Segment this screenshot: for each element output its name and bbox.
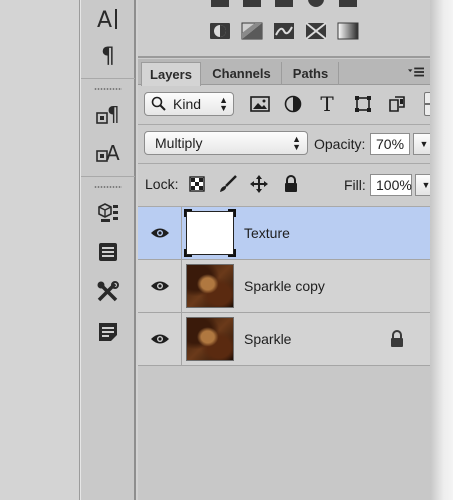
- fill-label: Fill:: [344, 177, 366, 193]
- blend-mode-select[interactable]: Multiply ▲ ▼: [144, 131, 308, 155]
- row-divider: [138, 124, 430, 125]
- gradient-map-adjustment-icon[interactable]: [336, 20, 360, 42]
- chevron-updown-icon: ▲ ▼: [292, 134, 301, 152]
- panel-divider: [138, 56, 430, 58]
- layer-name[interactable]: Sparkle: [244, 331, 291, 347]
- canvas-area: [0, 0, 80, 500]
- svg-text:¶: ¶: [107, 102, 120, 126]
- opacity-label: Opacity:: [314, 136, 366, 152]
- blend-mode-value: Multiply: [155, 135, 203, 151]
- lock-label: Lock:: [145, 176, 179, 192]
- svg-text:A: A: [106, 141, 120, 165]
- curves-adjustment-icon[interactable]: [240, 0, 264, 10]
- panel-menu-icon[interactable]: [408, 65, 424, 79]
- 3d-panel-icon[interactable]: [89, 196, 127, 228]
- hue-saturation-adjustment-icon[interactable]: [336, 0, 360, 10]
- search-icon: [151, 96, 166, 111]
- layer-name[interactable]: Sparkle copy: [244, 278, 325, 294]
- layer-thumbnail[interactable]: [186, 317, 234, 361]
- strip-divider: [81, 176, 135, 177]
- adjustments-row: [138, 20, 430, 48]
- lock-image-pixels-icon[interactable]: [218, 174, 238, 194]
- tab-paths[interactable]: Paths: [283, 62, 339, 85]
- panel-tab-bar: Layers Channels Paths: [138, 59, 430, 86]
- panel-icon-strip: A ¶ ¶ A: [80, 0, 136, 500]
- strip-grip[interactable]: [94, 87, 122, 91]
- layers-panel-dock: Layers Channels Paths Kind ▲ ▼ T Multipl…: [138, 0, 437, 500]
- tool-presets-icon[interactable]: [89, 276, 127, 308]
- lock-all-icon[interactable]: [281, 174, 301, 194]
- invert-adjustment-icon[interactable]: [208, 20, 232, 42]
- vibrance-adjustment-icon[interactable]: [304, 0, 328, 10]
- filter-kind-select[interactable]: Kind ▲ ▼: [144, 92, 234, 116]
- visibility-eye-icon[interactable]: [138, 313, 182, 365]
- levels-adjustment-icon[interactable]: [208, 0, 232, 10]
- filter-kind-label: Kind: [173, 96, 202, 112]
- row-divider: [138, 163, 430, 164]
- tab-layers[interactable]: Layers: [141, 62, 201, 86]
- layer-row-sparkle-copy[interactable]: Sparkle copy: [138, 260, 430, 313]
- svg-text:A: A: [97, 8, 112, 31]
- adjustment-layer-filter-icon[interactable]: [282, 93, 304, 115]
- fill-field[interactable]: 100%: [370, 174, 412, 196]
- layer-row-texture[interactable]: Texture: [138, 207, 430, 260]
- adjustments-row-top: [138, 0, 430, 16]
- character-panel-icon[interactable]: A: [89, 2, 127, 34]
- pixel-layer-filter-icon[interactable]: [249, 93, 271, 115]
- lock-position-icon[interactable]: [249, 174, 269, 194]
- posterize-adjustment-icon[interactable]: [240, 20, 264, 42]
- notes-panel-icon[interactable]: [89, 316, 127, 348]
- chevron-updown-icon: ▲ ▼: [219, 95, 228, 113]
- properties-panel-icon[interactable]: [89, 236, 127, 268]
- smart-object-filter-icon[interactable]: [386, 93, 408, 115]
- window-edge: [430, 0, 453, 500]
- layer-thumbnail[interactable]: [186, 264, 234, 308]
- layer-name[interactable]: Texture: [244, 225, 290, 241]
- layers-empty-area: [138, 366, 430, 500]
- opacity-field[interactable]: 70%: [370, 133, 410, 155]
- layer-lock-icon: [389, 330, 405, 348]
- exposure-adjustment-icon[interactable]: [272, 0, 296, 10]
- paragraph-panel-icon[interactable]: ¶: [89, 40, 127, 72]
- layer-filter-row: Kind ▲ ▼ T: [138, 86, 430, 124]
- visibility-eye-icon[interactable]: [138, 207, 182, 259]
- layer-thumbnail[interactable]: [184, 209, 236, 257]
- lock-transparent-pixels-icon[interactable]: [187, 174, 207, 194]
- paragraph-styles-icon[interactable]: ¶: [89, 98, 127, 130]
- visibility-eye-icon[interactable]: [138, 260, 182, 312]
- threshold-adjustment-icon[interactable]: [272, 20, 296, 42]
- strip-grip[interactable]: [94, 185, 122, 189]
- layer-row-sparkle[interactable]: Sparkle: [138, 313, 430, 366]
- strip-divider: [81, 78, 135, 79]
- shape-layer-filter-icon[interactable]: [352, 93, 374, 115]
- character-styles-icon[interactable]: A: [89, 136, 127, 168]
- layers-list: Texture Sparkle copy Sparkle: [138, 207, 430, 366]
- type-layer-filter-icon[interactable]: T: [316, 92, 338, 116]
- selective-color-adjustment-icon[interactable]: [304, 20, 328, 42]
- tab-channels[interactable]: Channels: [202, 62, 282, 85]
